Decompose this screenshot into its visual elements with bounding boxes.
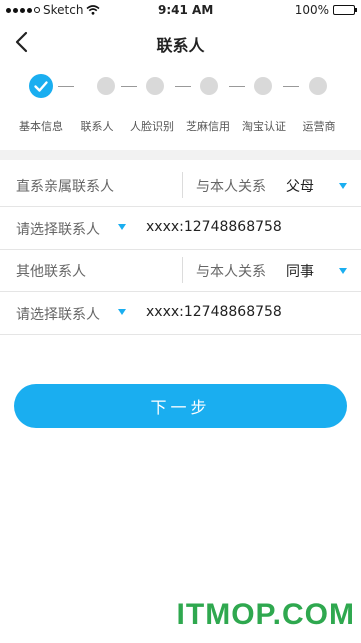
next-step-button[interactable]: 下一步 <box>14 384 347 428</box>
row-separator <box>182 172 183 198</box>
step-connector <box>229 86 245 87</box>
step-connector <box>121 86 137 87</box>
status-time: 9:41 AM <box>158 3 214 17</box>
step-connector <box>58 86 74 87</box>
step-6-indicator <box>309 77 327 95</box>
row-separator <box>182 257 183 283</box>
select-contact-dropdown[interactable]: 请选择联系人 <box>16 304 100 324</box>
contact-type-label: 直系亲属联系人 <box>16 179 114 195</box>
dropdown-arrow-icon[interactable] <box>118 224 126 230</box>
relation-label: 与本人关系 <box>196 264 266 280</box>
status-bar: Sketch 9:41 AM 100% <box>0 0 361 20</box>
contact-type-label: 其他联系人 <box>16 264 86 280</box>
page-title: 联系人 <box>156 36 205 55</box>
step-4-indicator <box>200 77 218 95</box>
wifi-icon <box>86 5 100 15</box>
battery-percent: 100% <box>294 3 329 17</box>
contact-1-relation-row: 直系亲属联系人 与本人关系 父母 <box>0 164 361 207</box>
step-5-indicator <box>254 77 272 95</box>
dropdown-arrow-icon[interactable] <box>118 309 126 315</box>
relation-label: 与本人关系 <box>196 179 266 195</box>
contact-2-select-row: 请选择联系人 xxxx:12748868758 <box>0 292 361 335</box>
contact-2-relation-row: 其他联系人 与本人关系 同事 <box>0 249 361 292</box>
step-1-check-icon <box>29 74 53 98</box>
step-3-indicator <box>146 77 164 95</box>
battery-area: 100% <box>294 3 357 17</box>
battery-icon <box>333 5 357 15</box>
step-connector <box>175 86 191 87</box>
relation-select[interactable]: 父母 <box>286 176 314 196</box>
carrier-area: Sketch <box>6 3 100 17</box>
section-divider <box>0 150 361 160</box>
step-2-indicator <box>97 77 115 95</box>
contact-phone: xxxx:12748868758 <box>146 304 282 320</box>
progress-steps: 基本信息 联系人 人脸识别 芝麻信用 淘宝认证 运营商 <box>0 64 361 144</box>
dropdown-arrow-icon[interactable] <box>339 268 347 274</box>
carrier-name: Sketch <box>43 3 84 17</box>
watermark-logo: ITMOP.COM <box>176 598 355 631</box>
relation-select[interactable]: 同事 <box>286 261 314 281</box>
nav-bar: 联系人 <box>0 20 361 64</box>
step-label: 运营商 <box>302 120 336 133</box>
contact-phone: xxxx:12748868758 <box>146 219 282 235</box>
contact-1-select-row: 请选择联系人 xxxx:12748868758 <box>0 207 361 250</box>
step-connector <box>283 86 299 87</box>
select-contact-dropdown[interactable]: 请选择联系人 <box>16 219 100 239</box>
signal-dots-icon <box>6 7 40 13</box>
dropdown-arrow-icon[interactable] <box>339 183 347 189</box>
